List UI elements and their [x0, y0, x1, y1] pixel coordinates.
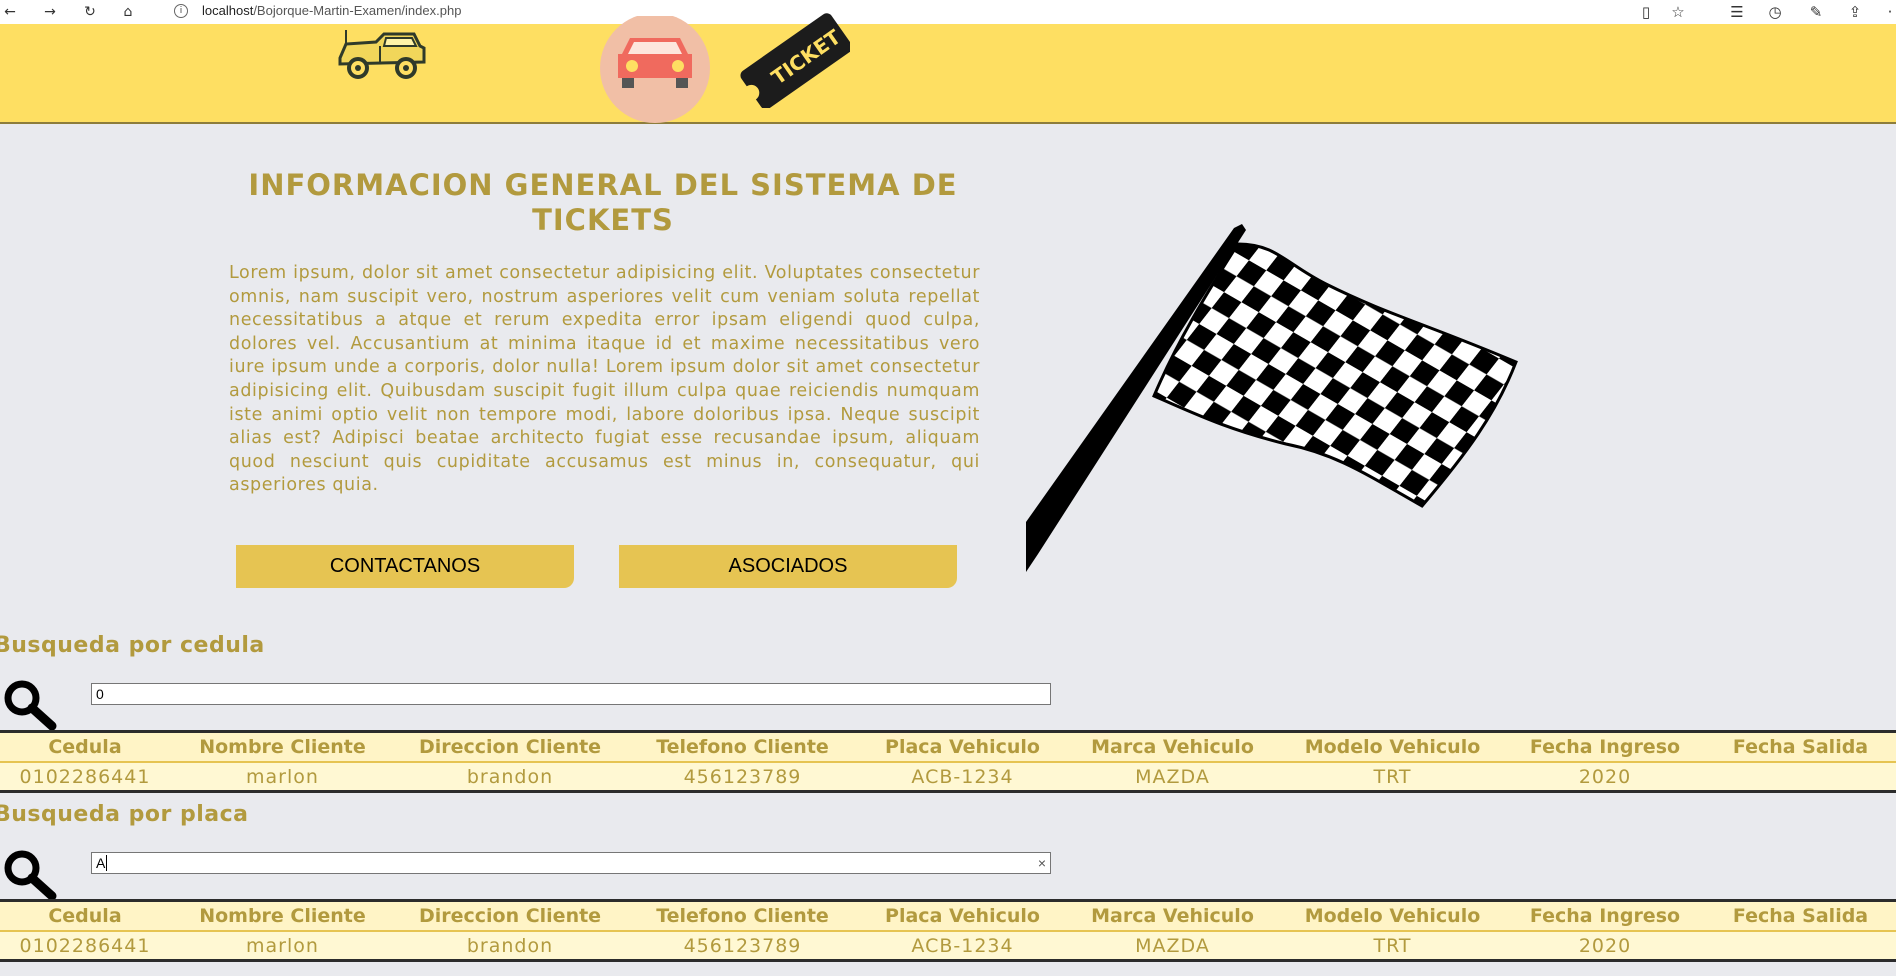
table-row: 0102286441 marlon brandon 456123789 ACB-… — [0, 761, 1896, 790]
search-icon[interactable] — [2, 678, 58, 730]
col-header: Placa Vehiculo — [860, 902, 1065, 931]
cell-modelo: TRT — [1280, 930, 1505, 959]
checkered-flag-icon — [1026, 224, 1518, 572]
col-header: Cedula — [0, 733, 170, 762]
table-header-row: Cedula Nombre Cliente Direccion Cliente … — [0, 733, 1896, 762]
associates-button[interactable]: ASOCIADOS — [619, 545, 957, 588]
back-icon[interactable]: ← — [0, 2, 20, 22]
col-header: Fecha Salida — [1705, 902, 1896, 931]
site-header: TICKET — [0, 13, 1896, 124]
cell-marca: MAZDA — [1065, 761, 1280, 790]
pen-icon[interactable]: ✎ — [1806, 2, 1826, 22]
cell-direccion: brandon — [395, 930, 625, 959]
col-header: Nombre Cliente — [170, 902, 395, 931]
reading-view-icon[interactable]: ▯ — [1636, 2, 1656, 22]
table-header-row: Cedula Nombre Cliente Direccion Cliente … — [0, 902, 1896, 931]
results-placa-table: Cedula Nombre Cliente Direccion Cliente … — [0, 899, 1896, 962]
search-icon[interactable] — [2, 848, 58, 900]
cell-fecha-salida — [1705, 930, 1896, 959]
cell-cedula: 0102286441 — [0, 930, 170, 959]
forward-icon[interactable]: → — [40, 2, 60, 22]
cell-fecha-ingreso: 2020 — [1505, 761, 1705, 790]
contact-button[interactable]: CONTACTANOS — [236, 545, 574, 588]
col-header: Fecha Ingreso — [1505, 733, 1705, 762]
address-bar[interactable]: i localhost/Bojorque-Martin-Examen/index… — [168, 1, 1628, 22]
cell-marca: MAZDA — [1065, 930, 1280, 959]
table-row: 0102286441 marlon brandon 456123789 ACB-… — [0, 930, 1896, 959]
jeep-icon — [338, 30, 426, 79]
col-header: Cedula — [0, 902, 170, 931]
text-caret — [106, 855, 108, 871]
col-header: Telefono Cliente — [625, 902, 860, 931]
cell-cedula: 0102286441 — [0, 761, 170, 790]
search-placa-input[interactable]: A × — [91, 852, 1051, 874]
cell-telefono: 456123789 — [625, 761, 860, 790]
search-cedula-title: Busqueda por cedula — [0, 633, 265, 658]
ticket-icon: TICKET — [740, 13, 850, 108]
clear-icon[interactable]: × — [1038, 853, 1046, 873]
col-header: Telefono Cliente — [625, 733, 860, 762]
results-cedula-table: Cedula Nombre Cliente Direccion Cliente … — [0, 730, 1896, 793]
info-title: INFORMACION GENERAL DEL SISTEMA DE TICKE… — [248, 168, 958, 237]
search-placa-title: Busqueda por placa — [0, 802, 249, 827]
search-cedula-input[interactable]: 0 — [91, 683, 1051, 705]
share-icon[interactable]: ⇪ — [1845, 2, 1865, 22]
col-header: Nombre Cliente — [170, 733, 395, 762]
cell-placa: ACB-1234 — [860, 761, 1065, 790]
history-icon[interactable]: ◷ — [1765, 2, 1785, 22]
cell-fecha-ingreso: 2020 — [1505, 930, 1705, 959]
cell-direccion: brandon — [395, 761, 625, 790]
more-icon[interactable]: · — [1880, 2, 1896, 22]
info-text: Lorem ipsum, dolor sit amet consectetur … — [229, 263, 980, 496]
col-header: Fecha Ingreso — [1505, 902, 1705, 931]
car-icon — [600, 16, 710, 123]
col-header: Direccion Cliente — [395, 902, 625, 931]
cell-fecha-salida — [1705, 761, 1896, 790]
col-header: Modelo Vehiculo — [1280, 902, 1505, 931]
col-header: Marca Vehiculo — [1065, 733, 1280, 762]
refresh-icon[interactable]: ↻ — [80, 2, 100, 22]
search-placa-value: A — [96, 855, 106, 871]
col-header: Marca Vehiculo — [1065, 902, 1280, 931]
cell-modelo: TRT — [1280, 761, 1505, 790]
col-header: Direccion Cliente — [395, 733, 625, 762]
browser-toolbar: ← → ↻ ⌂ i localhost/Bojorque-Martin-Exam… — [0, 0, 1896, 25]
col-header: Modelo Vehiculo — [1280, 733, 1505, 762]
site-info-icon[interactable]: i — [174, 4, 188, 18]
col-header: Placa Vehiculo — [860, 733, 1065, 762]
cell-placa: ACB-1234 — [860, 930, 1065, 959]
home-icon[interactable]: ⌂ — [118, 2, 138, 22]
cell-nombre: marlon — [170, 761, 395, 790]
cell-nombre: marlon — [170, 930, 395, 959]
favorites-list-icon[interactable]: ☰ — [1727, 2, 1747, 22]
col-header: Fecha Salida — [1705, 733, 1896, 762]
cell-telefono: 456123789 — [625, 930, 860, 959]
favorite-star-icon[interactable]: ☆ — [1668, 2, 1688, 22]
url-text: localhost/Bojorque-Martin-Examen/index.p… — [202, 3, 462, 18]
